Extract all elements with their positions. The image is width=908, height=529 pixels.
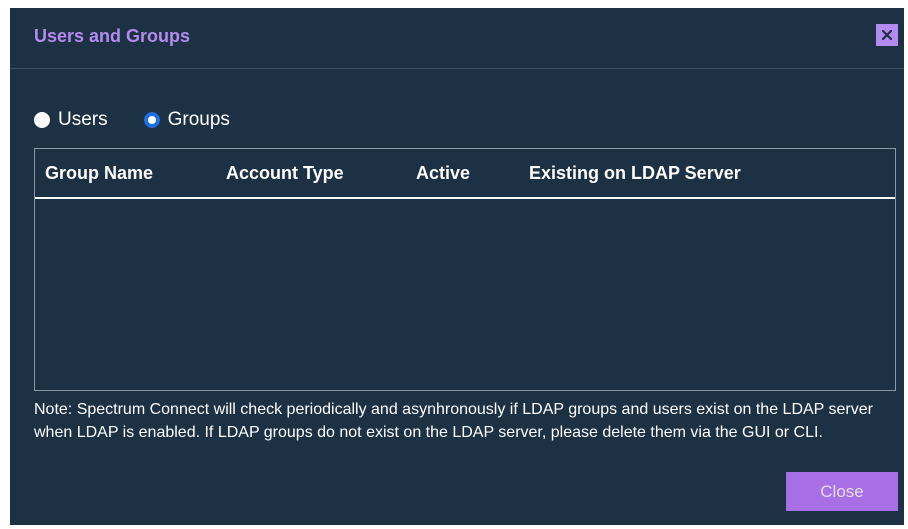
close-icon[interactable]: [876, 24, 898, 46]
users-and-groups-dialog: Users and Groups Users Groups Group Name…: [10, 8, 904, 525]
groups-radio-label[interactable]: Groups: [168, 109, 230, 131]
groups-radio[interactable]: Groups: [143, 109, 230, 131]
dialog-header: Users and Groups: [10, 8, 904, 69]
column-header-account-type[interactable]: Account Type: [226, 163, 344, 184]
radio-selected-icon[interactable]: [143, 112, 160, 128]
users-radio-label[interactable]: Users: [58, 109, 108, 131]
column-header-active[interactable]: Active: [416, 163, 470, 184]
view-toggle: Users Groups: [34, 109, 230, 131]
dialog-title: Users and Groups: [34, 26, 191, 46]
column-header-group-name[interactable]: Group Name: [45, 163, 153, 184]
column-header-existing-on-ldap[interactable]: Existing on LDAP Server: [529, 163, 741, 184]
groups-table: Group Name Account Type Active Existing …: [34, 148, 896, 391]
close-button[interactable]: Close: [786, 472, 898, 511]
radio-unselected-icon[interactable]: [34, 112, 50, 128]
table-header: Group Name Account Type Active Existing …: [35, 149, 895, 199]
users-radio[interactable]: Users: [34, 109, 108, 131]
ldap-note: Note: Spectrum Connect will check period…: [34, 401, 873, 441]
